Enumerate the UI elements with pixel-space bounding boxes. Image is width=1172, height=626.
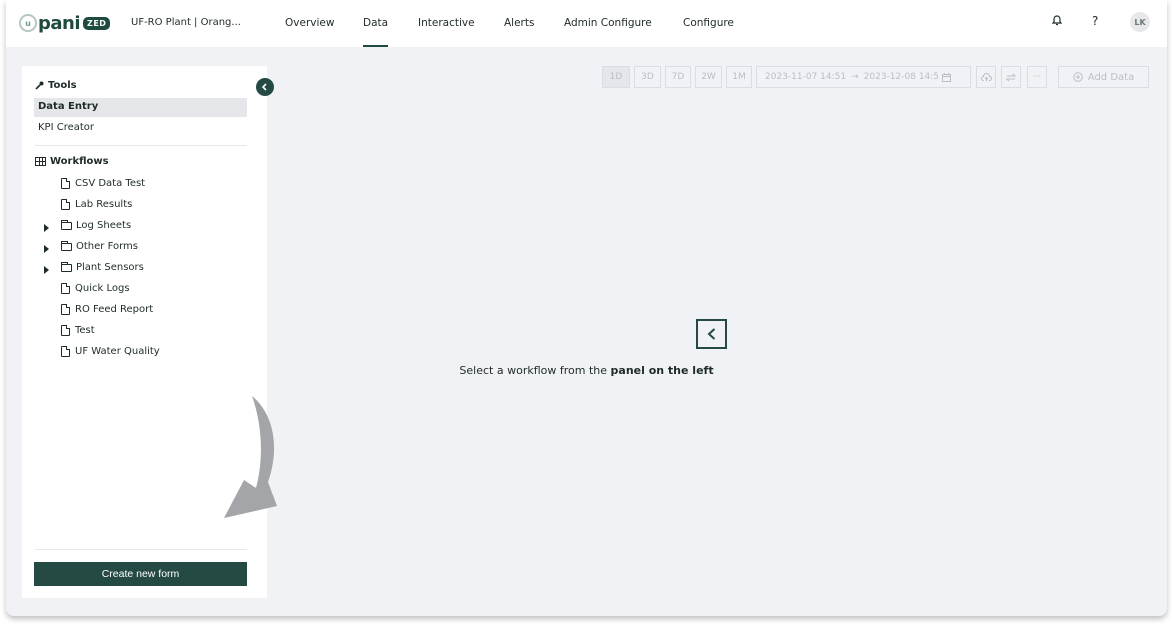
- date-range-picker[interactable]: 2023-11-07 14:51 → 2023-12-08 14:5: [756, 66, 971, 88]
- expand-caret-icon[interactable]: [44, 266, 49, 274]
- workflow-folder[interactable]: Plant Sensors: [61, 261, 144, 273]
- tools-header: Tools: [35, 80, 77, 91]
- file-icon: [61, 346, 70, 357]
- range-arrow: →: [851, 72, 859, 82]
- expand-caret-icon[interactable]: [44, 245, 49, 253]
- chevron-left-icon: [261, 83, 267, 91]
- divider: [35, 145, 247, 146]
- table-icon: [35, 157, 46, 166]
- logo-badge: ZED: [83, 16, 111, 30]
- add-data-button[interactable]: Add Data: [1058, 66, 1149, 88]
- workflow-item[interactable]: CSV Data Test: [61, 178, 145, 189]
- workflow-item[interactable]: RO Feed Report: [61, 304, 153, 315]
- nav-alerts[interactable]: Alerts: [504, 17, 534, 29]
- nav-configure[interactable]: Configure: [683, 17, 734, 29]
- workflow-folder[interactable]: Other Forms: [61, 240, 138, 252]
- nav-overview[interactable]: Overview: [285, 17, 334, 29]
- avatar[interactable]: LK: [1130, 12, 1150, 32]
- nav-data[interactable]: Data: [363, 17, 389, 47]
- file-icon: [61, 178, 70, 189]
- folder-icon: [61, 219, 72, 230]
- logo-mark-icon: u: [19, 14, 37, 32]
- workflow-folder[interactable]: Log Sheets: [61, 219, 131, 231]
- file-icon: [61, 325, 70, 336]
- range-3d-button[interactable]: 3D: [634, 66, 661, 88]
- logo-word: pani: [38, 12, 81, 34]
- nav-admin-configure[interactable]: Admin Configure: [564, 17, 652, 29]
- plant-selector[interactable]: UF-RO Plant | Orang...: [131, 17, 241, 28]
- app-window: u pani ZED UF-RO Plant | Orang... Overvi…: [6, 0, 1167, 616]
- top-nav: u pani ZED UF-RO Plant | Orang... Overvi…: [6, 0, 1167, 47]
- more-button[interactable]: ···: [1027, 66, 1047, 88]
- range-1d-button[interactable]: 1D: [602, 66, 630, 88]
- compare-button[interactable]: [1001, 66, 1021, 88]
- empty-state-message: Select a workflow from the panel on the …: [459, 364, 714, 377]
- swap-icon: [1006, 73, 1016, 81]
- range-7d-button[interactable]: 7D: [665, 66, 691, 88]
- workflow-item[interactable]: Lab Results: [61, 199, 132, 210]
- calendar-icon: [942, 72, 952, 82]
- tool-kpi-creator[interactable]: KPI Creator: [38, 122, 94, 133]
- help-icon[interactable]: ?: [1092, 14, 1098, 28]
- nav-interactive[interactable]: Interactive: [418, 17, 475, 29]
- cloud-upload-icon: [980, 72, 992, 81]
- date-start: 2023-11-07 14:51: [765, 72, 847, 82]
- date-end: 2023-12-08 14:5: [863, 72, 940, 82]
- plus-circle-icon: [1072, 72, 1083, 82]
- file-icon: [61, 283, 70, 294]
- collapse-panel-button[interactable]: [256, 78, 274, 96]
- divider: [35, 549, 247, 550]
- workflows-header: Workflows: [35, 156, 109, 167]
- workflow-item[interactable]: UF Water Quality: [61, 346, 160, 357]
- file-icon: [61, 304, 70, 315]
- wrench-icon: [35, 81, 44, 90]
- panel-left-icon: [696, 319, 727, 349]
- workflow-item[interactable]: Test: [61, 325, 95, 336]
- create-new-form-button[interactable]: Create new form: [34, 562, 247, 586]
- folder-icon: [61, 261, 72, 272]
- pointer-arrow-icon: [224, 396, 277, 518]
- range-2w-button[interactable]: 2W: [695, 66, 722, 88]
- upload-button[interactable]: [976, 66, 996, 88]
- tool-data-entry[interactable]: Data Entry: [38, 101, 98, 112]
- logo[interactable]: u pani ZED: [19, 12, 111, 34]
- file-icon: [61, 199, 70, 210]
- expand-caret-icon[interactable]: [44, 224, 49, 232]
- range-1m-button[interactable]: 1M: [726, 66, 752, 88]
- bell-icon[interactable]: [1051, 14, 1063, 29]
- workflow-item[interactable]: Quick Logs: [61, 283, 130, 294]
- folder-icon: [61, 240, 72, 251]
